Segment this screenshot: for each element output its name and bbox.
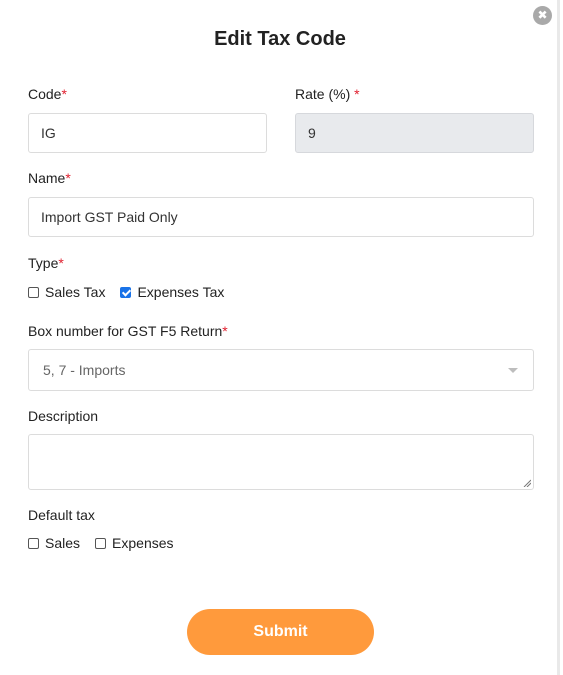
expenses-tax-checkbox[interactable] — [120, 286, 132, 298]
modal-title: Edit Tax Code — [214, 28, 346, 50]
resize-handle-icon[interactable] — [523, 479, 531, 487]
sales-tax-option[interactable]: Sales Tax — [28, 284, 105, 300]
description-label: Description — [28, 408, 99, 424]
required-mark: * — [61, 86, 67, 102]
sales-tax-checkbox[interactable] — [28, 286, 39, 298]
required-mark: * — [222, 323, 228, 339]
submit-button[interactable]: Submit — [187, 609, 374, 655]
name-label-text: Name — [28, 170, 66, 186]
type-options: Sales Tax Expenses Tax — [28, 284, 239, 300]
expenses-tax-option[interactable]: Expenses Tax — [120, 284, 224, 300]
chevron-down-icon — [508, 368, 518, 373]
type-label: Type* — [28, 255, 64, 271]
default-tax-options: Sales Expenses — [28, 535, 189, 551]
default-sales-checkbox[interactable] — [28, 537, 39, 549]
name-input[interactable]: Import GST Paid Only — [28, 197, 534, 237]
box-number-selected-value: 5, 7 - Imports — [43, 362, 126, 378]
edit-tax-code-modal: ✖ Edit Tax Code Code* IG Rate (%) * 9 Na… — [0, 0, 560, 675]
rate-label-text: Rate (%) — [295, 86, 351, 102]
box-number-select[interactable]: 5, 7 - Imports — [28, 349, 534, 391]
code-input[interactable]: IG — [28, 113, 267, 153]
required-mark: * — [354, 86, 360, 102]
sales-tax-label: Sales Tax — [45, 284, 106, 300]
code-label-text: Code — [28, 86, 62, 102]
required-mark: * — [65, 170, 71, 186]
code-label: Code* — [28, 86, 67, 102]
type-label-text: Type — [28, 255, 59, 271]
default-sales-label: Sales — [45, 535, 81, 551]
default-expenses-checkbox[interactable] — [95, 537, 107, 549]
rate-label: Rate (%) * — [295, 86, 360, 102]
close-icon[interactable]: ✖ — [533, 6, 552, 25]
box-number-label-text: Box number for GST F5 Return — [28, 323, 223, 339]
description-textarea[interactable] — [28, 434, 534, 490]
rate-input[interactable]: 9 — [295, 113, 534, 153]
default-expenses-option[interactable]: Expenses — [95, 535, 174, 551]
required-mark: * — [58, 255, 64, 271]
default-expenses-label: Expenses — [112, 535, 174, 551]
expenses-tax-label: Expenses Tax — [137, 284, 225, 300]
name-label: Name* — [28, 170, 71, 186]
default-tax-label: Default tax — [28, 507, 95, 523]
default-sales-option[interactable]: Sales — [28, 535, 80, 551]
box-number-label: Box number for GST F5 Return* — [28, 323, 228, 339]
